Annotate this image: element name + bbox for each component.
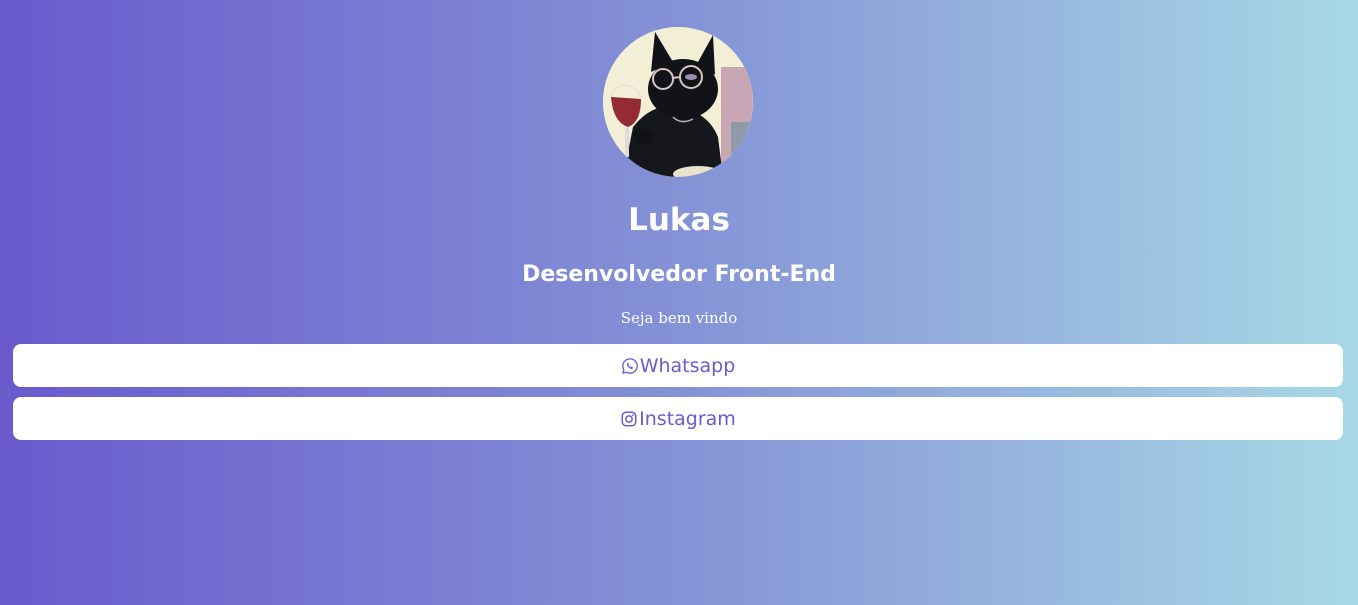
- whatsapp-link-label: Whatsapp: [639, 354, 736, 377]
- welcome-text: Seja bem vindo: [620, 309, 738, 327]
- instagram-icon: [620, 410, 638, 428]
- instagram-link-button[interactable]: Instagram: [13, 397, 1343, 440]
- profile-role: Desenvolvedor Front-End: [522, 262, 836, 287]
- instagram-link-label: Instagram: [639, 407, 736, 430]
- avatar: [603, 27, 753, 177]
- profile-name: Lukas: [628, 202, 730, 238]
- black-cat-avatar-icon: [603, 27, 753, 177]
- whatsapp-link-button[interactable]: Whatsapp: [13, 344, 1343, 387]
- whatsapp-icon: [621, 357, 639, 375]
- profile-page: Lukas Desenvolvedor Front-End Seja bem v…: [0, 0, 1358, 605]
